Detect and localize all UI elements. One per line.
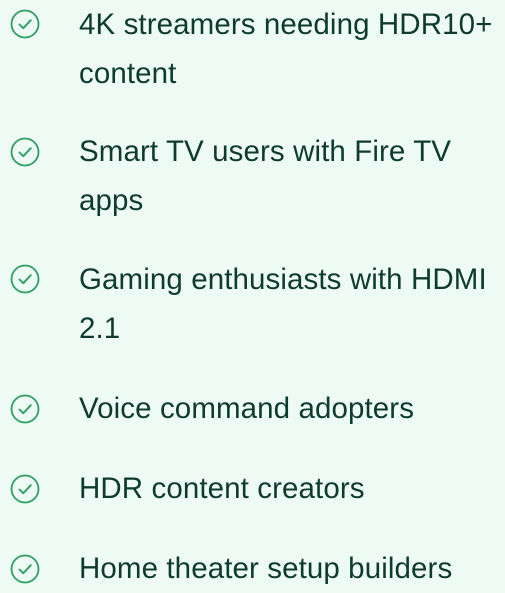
check-circle-icon <box>10 9 40 39</box>
feature-label: Home theater setup builders <box>79 552 453 585</box>
feature-list: 4K streamers needing HDR10+ content Smar… <box>0 0 505 585</box>
check-circle-icon <box>10 474 40 504</box>
feature-label: 4K streamers needing HDR10+ content <box>79 8 493 90</box>
feature-label: Gaming enthusiasts with HDMI 2.1 <box>79 263 487 345</box>
feature-label: HDR content creators <box>79 472 365 505</box>
feature-label: Smart TV users with Fire TV apps <box>79 135 452 217</box>
check-circle-icon <box>10 554 40 584</box>
check-circle-icon <box>10 264 40 294</box>
check-circle-icon <box>10 394 40 424</box>
feature-label: Voice command adopters <box>79 392 415 425</box>
check-circle-icon <box>10 137 40 167</box>
